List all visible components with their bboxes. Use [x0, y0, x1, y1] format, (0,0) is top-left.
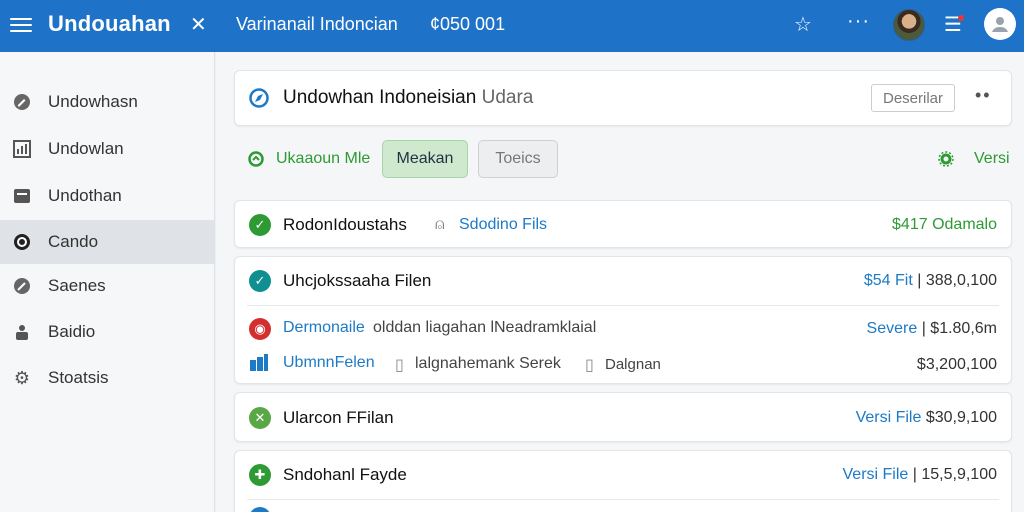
list-item[interactable]: ✚ Sndohanl Fayde Versi File | 15,5,9,100 [234, 450, 1012, 512]
user-account-icon[interactable] [984, 8, 1016, 40]
sidebar-item-undothan[interactable]: Undothan [0, 174, 214, 218]
sidebar-item-label: Baidio [48, 322, 96, 341]
divider [247, 305, 999, 306]
row-link[interactable]: Sdodino Fils [459, 216, 547, 234]
notification-dot [958, 15, 964, 21]
row-value-group: Severe | $1.80,6m [867, 320, 997, 338]
row-title[interactable]: Uhcjokssaaha Filen [283, 271, 431, 291]
sidebar-item-label: Undowhasn [48, 92, 138, 111]
file-stack-icon [250, 354, 268, 371]
row-value-group: Versi File | 15,5,9,100 [843, 466, 997, 484]
sidebar-item-undowhasn[interactable]: Undowhasn [0, 80, 214, 124]
sidebar-item-stoatsis[interactable]: ⚙ Stoatsis [0, 356, 214, 400]
close-circle-icon: ✕ [249, 407, 271, 429]
edit-icon [12, 92, 32, 112]
row-value: $417 Odamalo [892, 216, 997, 233]
row-value: | 15,5,9,100 [912, 466, 997, 483]
sidebar-item-label: Stoatsis [48, 368, 109, 387]
row-value: $30,9,100 [925, 409, 997, 426]
row-link[interactable]: $54 Fit [864, 272, 913, 289]
row-link[interactable]: Dalgnan [605, 356, 661, 373]
row-title: RodonIdoustahs [283, 215, 407, 234]
row-title[interactable]: Dermonaile [283, 319, 365, 337]
chart-icon [12, 139, 32, 159]
row-value: | 388,0,100 [917, 272, 997, 289]
alert-icon: ◉ [249, 318, 271, 340]
main-content: Undowhan Indoneisian Udara Deserilar •• … [216, 52, 1024, 512]
people-icon [12, 322, 32, 342]
row-value-group: $54 Fit | 388,0,100 [864, 272, 997, 290]
top-bar: Undouahan ✕ Varinanail Indoncian ¢050 00… [0, 0, 1024, 52]
row-title[interactable]: UbmnnFelen [283, 354, 375, 372]
row-value-group: Versi File $30,9,100 [856, 409, 997, 427]
upload-file-link[interactable]: Ukaaoun Mle [248, 150, 370, 168]
compass-icon [249, 88, 269, 108]
check-circle-icon: ✓ [249, 270, 271, 292]
attachment-icon: ⍝ [435, 216, 445, 233]
list-item[interactable]: ✓ RodonIdoustahs ⍝ Sdodino Fils $417 Oda… [234, 200, 1012, 248]
divider [247, 499, 999, 500]
sidebar-item-saenes[interactable]: Saenes [0, 264, 214, 308]
close-icon[interactable]: ✕ [190, 12, 207, 37]
row-value: | $1.80,6m [921, 320, 997, 337]
header-card: Undowhan Indoneisian Udara Deserilar •• [234, 70, 1012, 126]
sidebar-item-undowlan[interactable]: Undowlan [0, 127, 214, 171]
sidebar-item-baidio[interactable]: Baidio [0, 310, 214, 354]
row-description: lalgnahemank Serek [415, 355, 561, 372]
sidebar-item-cando[interactable]: Cando [0, 220, 214, 264]
folder-icon [12, 186, 32, 206]
page-title-main: Undowhan Indoneisian [283, 87, 477, 108]
doc-icon: ▯ [585, 357, 594, 374]
more-icon[interactable]: ··· [847, 10, 870, 33]
tab-meakan[interactable]: Meakan [382, 140, 468, 178]
app-title: Undouahan [48, 11, 171, 36]
more-options-icon[interactable]: •• [975, 85, 992, 106]
list-group: ✓ Uhcjokssaaha Filen $54 Fit | 388,0,100… [234, 256, 1012, 384]
sidebar-item-label: Saenes [48, 276, 106, 295]
row-value: $3,200,100 [916, 356, 997, 373]
describe-button[interactable]: Deserilar [871, 84, 955, 112]
star-icon[interactable]: ☆ [794, 12, 812, 37]
doc-icon: ▯ [395, 357, 404, 374]
avatar[interactable] [893, 9, 925, 41]
row-link[interactable]: Versi File [843, 466, 909, 483]
hamburger-menu-icon[interactable] [10, 14, 32, 36]
toolbar: Ukaaoun Mle Meakan Toeics Versi [234, 140, 1012, 180]
window-title: Varinanail Indoncian [236, 14, 398, 34]
pen-icon [12, 276, 32, 296]
page-title: Undowhan Indoneisian Udara [283, 87, 533, 109]
upload-icon [248, 151, 264, 167]
row-title: Sndohanl Fayde [283, 465, 407, 484]
block-icon [12, 232, 32, 252]
row-title: Ularcon FFilan [283, 408, 394, 427]
row-link[interactable]: Severe [867, 320, 918, 337]
upload-label: Ukaaoun Mle [276, 150, 371, 167]
gear-icon: ⚙ [13, 367, 31, 388]
check-circle-icon: ✓ [249, 214, 271, 236]
gear-icon [938, 151, 954, 167]
page-title-suffix: Udara [481, 87, 534, 108]
list-item[interactable]: ✕ Ularcon FFilan Versi File $30,9,100 [234, 392, 1012, 442]
status-icon [249, 507, 271, 512]
row-link[interactable]: Versi File [856, 409, 922, 426]
sidebar-item-label: Cando [48, 232, 99, 251]
sidebar-item-label: Undowlan [48, 139, 124, 158]
sidebar-item-label: Undothan [48, 186, 122, 205]
sidebar: Undowhasn Undowlan Undothan Cando Saenes… [0, 52, 215, 512]
versi-label: Versi [974, 150, 1010, 167]
versi-link[interactable]: Versi [938, 150, 1010, 168]
plus-circle-icon: ✚ [249, 464, 271, 486]
tab-toeics[interactable]: Toeics [478, 140, 558, 178]
row-description: olddan liagahan lNeadramklaial [373, 319, 597, 336]
window-code: ¢050 001 [430, 14, 506, 34]
